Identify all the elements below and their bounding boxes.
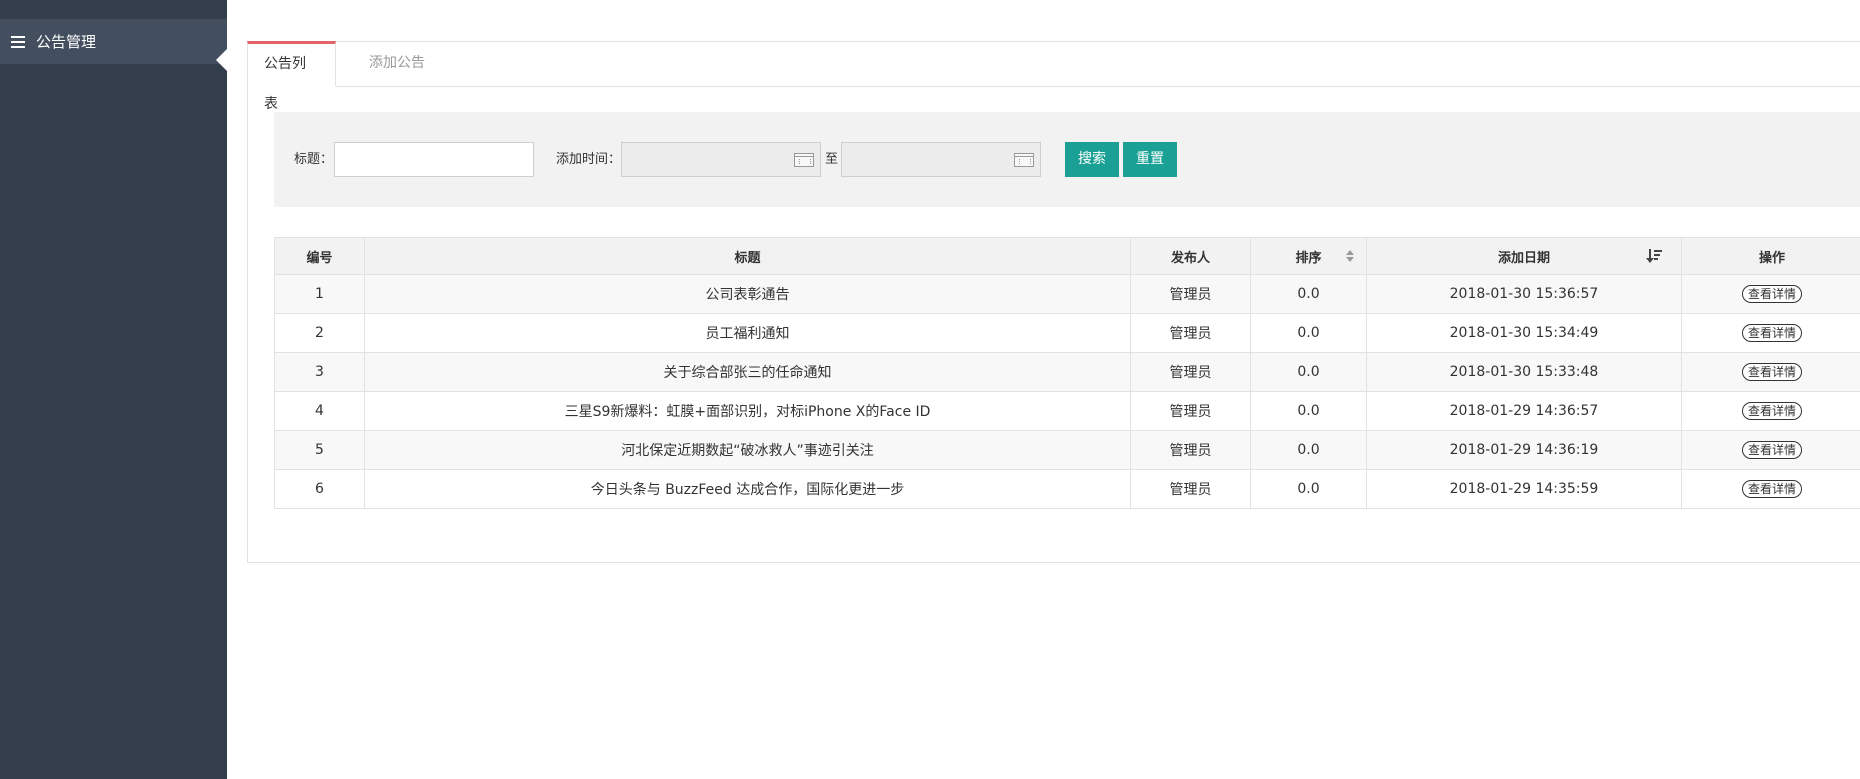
column-header-date[interactable]: 添加日期 bbox=[1366, 237, 1682, 275]
cell-actions: 查看详情 bbox=[1681, 313, 1860, 353]
cell-sort: 0.0 bbox=[1250, 352, 1367, 392]
cell-publisher: 管理员 bbox=[1130, 274, 1251, 314]
table-row: 3 关于综合部张三的任命通知 管理员 0.0 2018-01-30 15:33:… bbox=[274, 352, 1860, 392]
cell-date: 2018-01-29 14:36:57 bbox=[1366, 391, 1682, 431]
cell-date: 2018-01-30 15:33:48 bbox=[1366, 352, 1682, 392]
main-panel: 公告列表 添加公告 标题： 添加时间： 至 搜索 重置 编号 标题 发布人 排序… bbox=[247, 41, 1860, 563]
cell-id: 5 bbox=[274, 430, 365, 470]
menu-icon bbox=[11, 35, 25, 48]
table-row: 1 公司表彰通告 管理员 0.0 2018-01-30 15:36:57 查看详… bbox=[274, 274, 1860, 314]
table-row: 2 员工福利通知 管理员 0.0 2018-01-30 15:34:49 查看详… bbox=[274, 313, 1860, 353]
cell-actions: 查看详情 bbox=[1681, 430, 1860, 470]
cell-date: 2018-01-29 14:35:59 bbox=[1366, 469, 1682, 509]
cell-sort: 0.0 bbox=[1250, 313, 1367, 353]
to-label: 至 bbox=[825, 152, 839, 167]
search-form: 标题： 添加时间： 至 搜索 重置 bbox=[274, 112, 1860, 207]
cell-publisher: 管理员 bbox=[1130, 391, 1251, 431]
cell-date: 2018-01-30 15:34:49 bbox=[1366, 313, 1682, 353]
title-input[interactable] bbox=[334, 142, 534, 177]
cell-title: 河北保定近期数起“破冰救人”事迹引关注 bbox=[364, 430, 1131, 470]
table-row: 5 河北保定近期数起“破冰救人”事迹引关注 管理员 0.0 2018-01-29… bbox=[274, 430, 1860, 470]
cell-id: 4 bbox=[274, 391, 365, 431]
cell-actions: 查看详情 bbox=[1681, 469, 1860, 509]
table-row: 4 三星S9新爆料：虹膜+面部识别，对标iPhone X的Face ID 管理员… bbox=[274, 391, 1860, 431]
view-details-button[interactable]: 查看详情 bbox=[1741, 480, 1802, 498]
tab-announcement-list[interactable]: 公告列表 bbox=[247, 41, 336, 112]
table-row: 6 今日头条与 BuzzFeed 达成合作，国际化更进一步 管理员 0.0 20… bbox=[274, 469, 1860, 509]
view-details-button[interactable]: 查看详情 bbox=[1741, 402, 1802, 420]
cell-actions: 查看详情 bbox=[1681, 352, 1860, 392]
cell-title: 三星S9新爆料：虹膜+面部识别，对标iPhone X的Face ID bbox=[364, 391, 1131, 431]
tab-add-announcement[interactable]: 添加公告 bbox=[353, 41, 441, 86]
cell-sort: 0.0 bbox=[1250, 274, 1367, 314]
cell-title: 公司表彰通告 bbox=[364, 274, 1131, 314]
view-details-button[interactable]: 查看详情 bbox=[1741, 285, 1802, 303]
active-pointer bbox=[216, 49, 227, 71]
tab-divider bbox=[336, 86, 1860, 87]
sort-toggle-icon[interactable] bbox=[1346, 250, 1354, 262]
cell-publisher: 管理员 bbox=[1130, 430, 1251, 470]
cell-sort: 0.0 bbox=[1250, 430, 1367, 470]
cell-id: 3 bbox=[274, 352, 365, 392]
sidebar: 公告管理 bbox=[0, 0, 227, 779]
column-header-title[interactable]: 标题 bbox=[364, 237, 1131, 275]
cell-id: 2 bbox=[274, 313, 365, 353]
cell-title: 员工福利通知 bbox=[364, 313, 1131, 353]
cell-date: 2018-01-30 15:36:57 bbox=[1366, 274, 1682, 314]
announcement-table: 编号 标题 发布人 排序 添加日期 操作 1 公司表彰通告 管理员 0.0 20… bbox=[274, 237, 1860, 509]
start-date-input[interactable] bbox=[621, 142, 821, 177]
calendar-icon[interactable] bbox=[1014, 153, 1034, 167]
end-date-input[interactable] bbox=[841, 142, 1041, 177]
cell-sort: 0.0 bbox=[1250, 469, 1367, 509]
cell-publisher: 管理员 bbox=[1130, 469, 1251, 509]
column-header-sort[interactable]: 排序 bbox=[1250, 237, 1367, 275]
cell-actions: 查看详情 bbox=[1681, 274, 1860, 314]
search-button[interactable]: 搜索 bbox=[1065, 142, 1119, 177]
title-label: 标题： bbox=[294, 152, 334, 167]
calendar-icon[interactable] bbox=[794, 153, 814, 167]
tab-bar: 公告列表 添加公告 bbox=[247, 41, 1860, 112]
cell-publisher: 管理员 bbox=[1130, 313, 1251, 353]
cell-title: 今日头条与 BuzzFeed 达成合作，国际化更进一步 bbox=[364, 469, 1131, 509]
column-header-actions: 操作 bbox=[1681, 237, 1860, 275]
add-time-label: 添加时间： bbox=[556, 152, 622, 167]
view-details-button[interactable]: 查看详情 bbox=[1741, 441, 1802, 459]
sidebar-item-announcement-management[interactable]: 公告管理 bbox=[0, 19, 227, 71]
table-header-row: 编号 标题 发布人 排序 添加日期 操作 bbox=[274, 237, 1860, 275]
cell-id: 1 bbox=[274, 274, 365, 314]
sort-descending-icon[interactable] bbox=[1646, 249, 1663, 263]
reset-button[interactable]: 重置 bbox=[1123, 142, 1177, 177]
cell-id: 6 bbox=[274, 469, 365, 509]
cell-actions: 查看详情 bbox=[1681, 391, 1860, 431]
view-details-button[interactable]: 查看详情 bbox=[1741, 324, 1802, 342]
view-details-button[interactable]: 查看详情 bbox=[1741, 363, 1802, 381]
cell-date: 2018-01-29 14:36:19 bbox=[1366, 430, 1682, 470]
sidebar-item-label: 公告管理 bbox=[36, 33, 97, 51]
cell-title: 关于综合部张三的任命通知 bbox=[364, 352, 1131, 392]
column-header-id[interactable]: 编号 bbox=[274, 237, 365, 275]
cell-publisher: 管理员 bbox=[1130, 352, 1251, 392]
cell-sort: 0.0 bbox=[1250, 391, 1367, 431]
column-header-publisher[interactable]: 发布人 bbox=[1130, 237, 1251, 275]
